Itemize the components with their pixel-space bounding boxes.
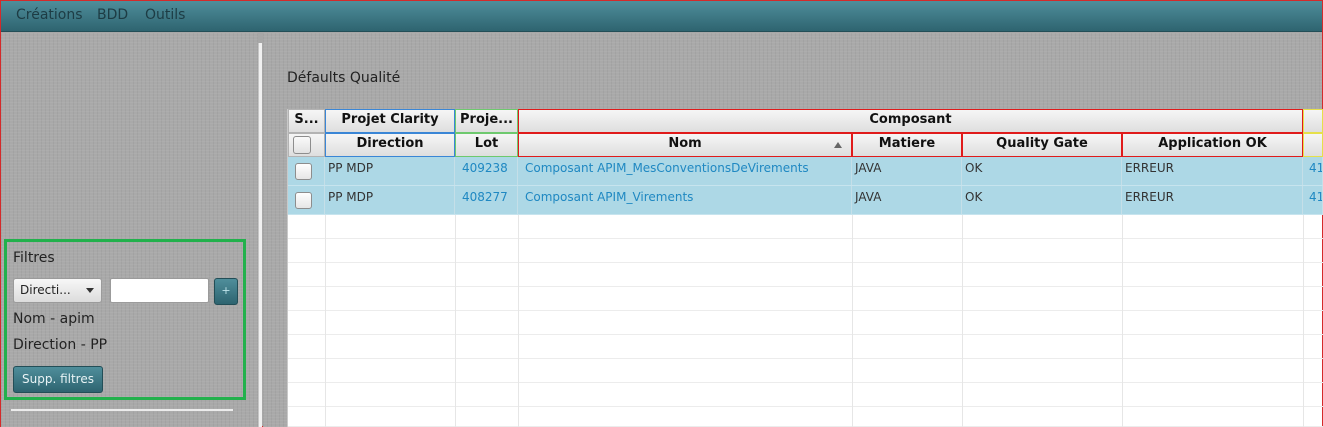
column-nom-label: Nom — [668, 136, 702, 151]
empty-row — [288, 311, 1323, 335]
application-ok-cell: ERREUR — [1122, 157, 1303, 185]
empty-row — [288, 383, 1323, 407]
filter-field-value: Directi... — [20, 283, 71, 297]
composant-link[interactable]: Composant APIM_MesConventionsDeVirements — [518, 157, 852, 185]
column-divider — [962, 215, 963, 427]
lot-link[interactable]: 408277 — [455, 186, 518, 214]
empty-row — [288, 287, 1323, 311]
column-group-projet-clarity[interactable]: Projet Clarity — [325, 109, 455, 133]
column-application-ok[interactable]: Application OK — [1122, 133, 1303, 157]
menu-bar: Créations BDD Outils — [1, 1, 1322, 32]
clear-filters-button[interactable]: Supp. filtres — [13, 366, 103, 393]
empty-row — [288, 239, 1323, 263]
filter-value-input[interactable] — [110, 278, 209, 303]
page-title: Défaults Qualité — [287, 70, 401, 86]
column-matiere[interactable]: Matiere — [852, 133, 962, 157]
direction-cell: PP MDP — [325, 157, 455, 185]
matiere-cell: JAVA — [852, 157, 962, 185]
filter-field-select[interactable]: Directi... — [13, 278, 102, 303]
select-all-checkbox[interactable] — [293, 136, 311, 154]
column-divider — [325, 215, 326, 427]
quality-gate-cell: OK — [962, 186, 1122, 214]
chevron-down-icon — [86, 288, 94, 293]
table-row[interactable]: PP MDP 409238 Composant APIM_MesConventi… — [288, 157, 1323, 186]
direction-cell: PP MDP — [325, 186, 455, 214]
column-lot[interactable]: Lot — [455, 133, 518, 157]
main-panel: Défaults Qualité S... Projet Clarity Pro… — [263, 33, 1323, 427]
empty-row — [288, 263, 1323, 287]
column-divider — [852, 215, 853, 427]
column-nom[interactable]: Nom — [518, 133, 852, 157]
add-filter-button[interactable]: + — [214, 278, 238, 305]
filters-panel: Filtres Directi... + Nom - apim Directio… — [4, 239, 246, 400]
column-group-overflow — [1303, 109, 1323, 133]
row-checkbox[interactable] — [295, 163, 312, 180]
column-divider — [1303, 215, 1304, 427]
empty-row — [288, 215, 1323, 239]
active-filter-direction: Direction - PP — [13, 337, 108, 353]
application-ok-cell: ERREUR — [1122, 186, 1303, 214]
column-divider — [1122, 215, 1123, 427]
row-checkbox[interactable] — [295, 192, 312, 209]
quality-gate-cell: OK — [962, 157, 1122, 185]
active-filter-nom: Nom - apim — [13, 311, 95, 327]
column-divider — [518, 215, 519, 427]
lot-link[interactable]: 409238 — [455, 157, 518, 185]
column-group-select[interactable]: S... — [288, 109, 325, 133]
composant-link[interactable]: Composant APIM_Virements — [518, 186, 852, 214]
filters-title: Filtres — [13, 250, 55, 266]
select-cell — [288, 186, 325, 214]
select-cell — [288, 157, 325, 185]
panel-splitter[interactable] — [258, 43, 262, 427]
column-overflow — [1303, 133, 1323, 157]
menu-outils[interactable]: Outils — [145, 7, 185, 23]
sort-ascending-icon — [834, 142, 842, 148]
column-divider — [455, 215, 456, 427]
empty-row — [288, 335, 1323, 359]
column-direction[interactable]: Direction — [325, 133, 455, 157]
menu-bdd[interactable]: BDD — [97, 7, 128, 23]
column-group-composant[interactable]: Composant — [518, 109, 1303, 133]
divider — [11, 409, 233, 411]
matiere-cell: JAVA — [852, 186, 962, 214]
empty-row — [288, 407, 1323, 427]
table-row[interactable]: PP MDP 408277 Composant APIM_Virements J… — [288, 186, 1323, 215]
column-select[interactable] — [288, 133, 325, 157]
column-quality-gate[interactable]: Quality Gate — [962, 133, 1122, 157]
menu-creations[interactable]: Créations — [16, 7, 83, 23]
overflow-link[interactable]: 41 — [1303, 157, 1323, 185]
empty-row — [288, 359, 1323, 383]
overflow-link[interactable]: 41 — [1303, 186, 1323, 214]
column-group-projet[interactable]: Proje... — [455, 109, 518, 133]
quality-defects-table: S... Projet Clarity Proje... Composant D… — [287, 109, 1323, 427]
